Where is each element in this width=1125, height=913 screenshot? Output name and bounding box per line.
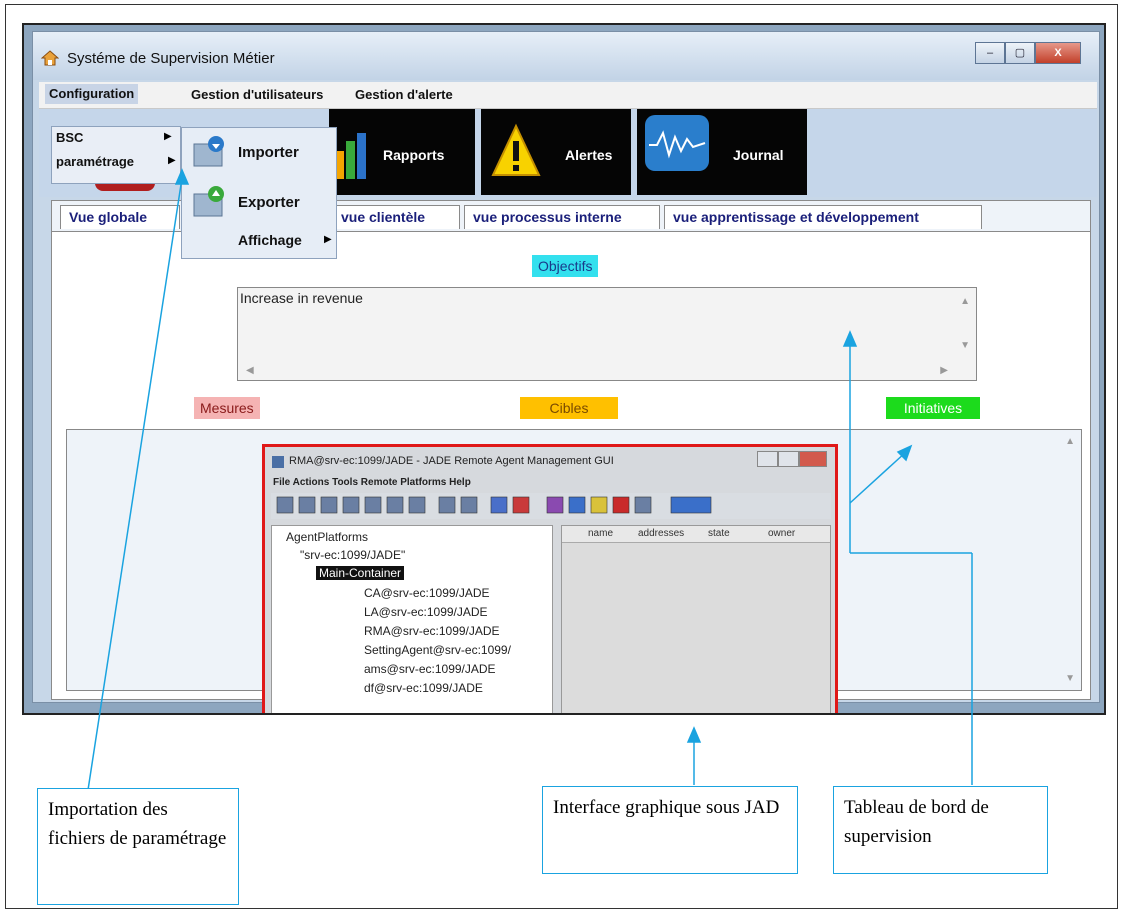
callout-dashboard: Tableau de bord de supervision [833,786,1048,874]
callout-leader-lines [87,168,973,791]
callout-importation: Importation des fichiers de paramétrage [37,788,239,905]
callout-jade: Interface graphique sous JAD [542,786,798,874]
